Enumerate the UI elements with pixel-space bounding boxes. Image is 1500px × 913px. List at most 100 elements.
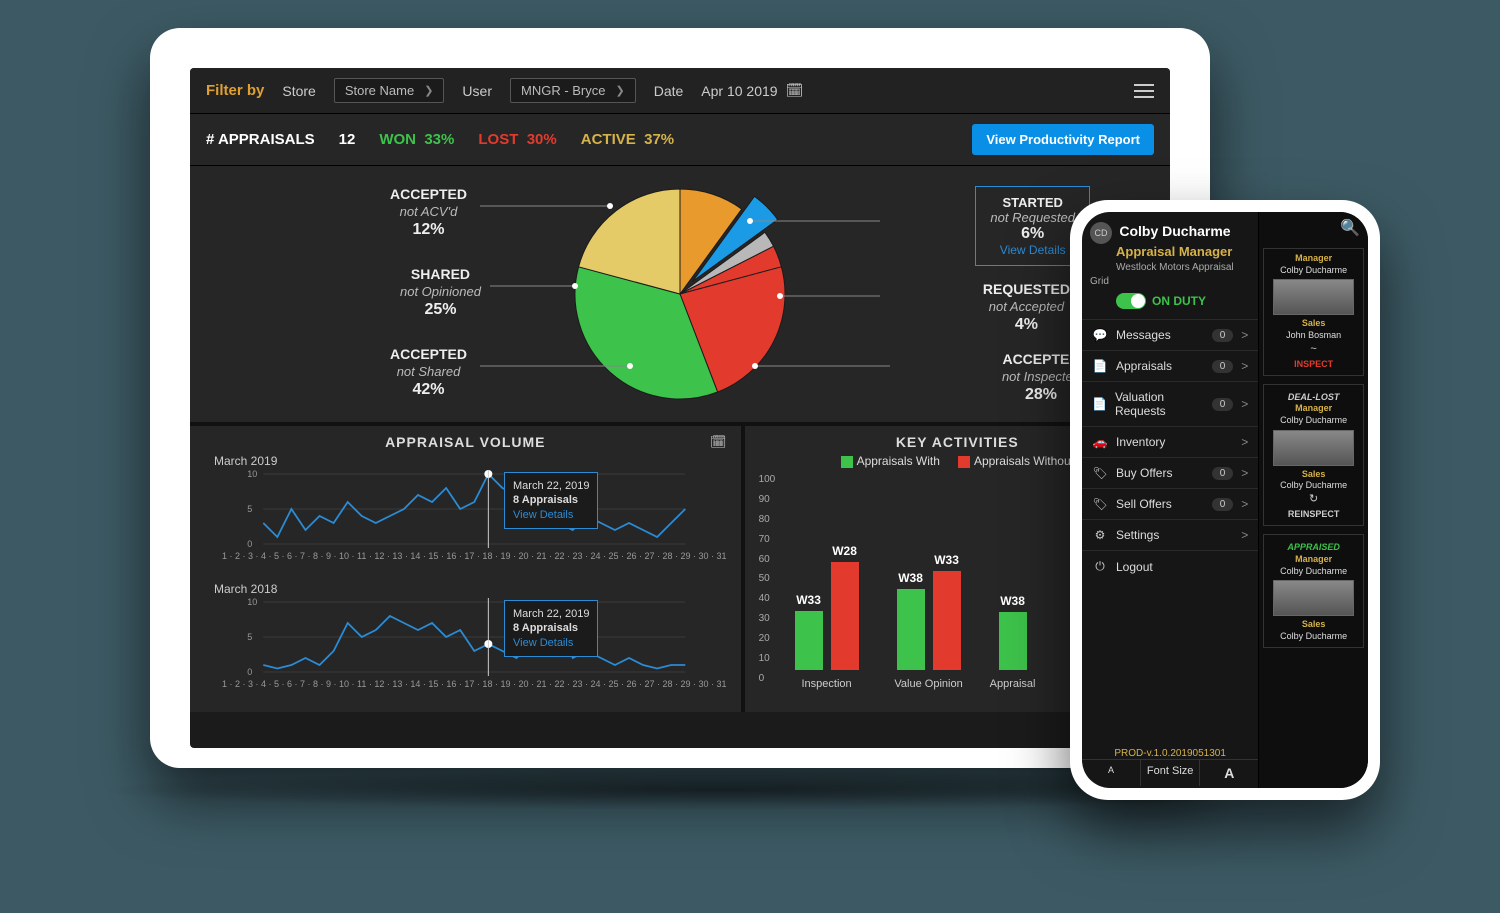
month1-label: March 2019 xyxy=(214,454,727,468)
font-size-control[interactable]: A Font Size A xyxy=(1082,759,1258,786)
calendar-icon: 🗓 xyxy=(786,82,804,99)
svg-text:5: 5 xyxy=(247,504,252,514)
user-sub: Westlock Motors Appraisal Grid xyxy=(1090,262,1234,287)
chevron-right-icon: > xyxy=(1241,497,1248,511)
nav-label: Messages xyxy=(1116,328,1171,342)
nav-icon: 🏷 xyxy=(1092,466,1108,480)
svg-text:10: 10 xyxy=(247,470,257,479)
line-chart-2019: 0 5 10 March 22, 2019 8 Appraisals View De… xyxy=(204,470,727,580)
store-select[interactable]: Store Name ❯ xyxy=(334,78,445,103)
pie-chart-panel: ACCEPTED not ACV'd 12% SHARED not Opinio… xyxy=(190,166,1170,426)
nav-item-inventory[interactable]: 🚗 Inventory > xyxy=(1082,426,1258,457)
menu-icon[interactable] xyxy=(1134,80,1154,102)
nav-badge: 0 xyxy=(1212,398,1234,411)
tooltip-2019: March 22, 2019 8 Appraisals View Details xyxy=(504,472,598,529)
phone-nav: 💬 Messages 0 >📄 Appraisals 0 >📄 Valuatio… xyxy=(1082,319,1258,582)
nav-badge: 0 xyxy=(1212,467,1234,480)
chevron-right-icon: > xyxy=(1241,359,1248,373)
nav-icon: ⚙ xyxy=(1092,528,1108,542)
date-label: Date xyxy=(654,83,684,99)
svg-text:10: 10 xyxy=(247,598,257,607)
chevron-right-icon: > xyxy=(1241,528,1248,542)
phone-frame: CD Colby Ducharme Appraisal Manager West… xyxy=(1070,200,1380,800)
nav-label: Inventory xyxy=(1116,435,1165,449)
vehicle-image xyxy=(1273,430,1355,466)
vehicle-image xyxy=(1273,580,1355,616)
lower-panels: APPRAISAL VOLUME 🗓 March 2019 0 5 10 March… xyxy=(190,426,1170,712)
date-picker[interactable]: Apr 10 2019 🗓 xyxy=(701,82,803,99)
bar-without: W28 xyxy=(831,562,859,670)
bar-with: W38 xyxy=(897,589,925,670)
chevron-down-icon: ❯ xyxy=(615,84,624,97)
avatar: CD xyxy=(1090,222,1112,244)
dashboard-screen: Filter by Store Store Name ❯ User MNGR -… xyxy=(190,68,1170,748)
pie-label-accepted-acv: ACCEPTED not ACV'd 12% xyxy=(390,186,467,240)
line-chart-2018: 0 5 10 March 22, 2019 8 Appraisals View De… xyxy=(204,598,727,708)
svg-text:5: 5 xyxy=(247,632,252,642)
svg-text:0: 0 xyxy=(247,667,252,676)
phone-menu: CD Colby Ducharme Appraisal Manager West… xyxy=(1082,212,1259,788)
appraisals-value: 12 xyxy=(339,131,356,148)
month2-label: March 2018 xyxy=(214,582,727,596)
nav-label: Settings xyxy=(1116,528,1159,542)
nav-icon: 📄 xyxy=(1092,397,1107,411)
pie-label-requested: REQUESTED not Accepted 4% xyxy=(983,281,1070,335)
tooltip-2018: March 22, 2019 8 Appraisals View Details xyxy=(504,600,598,657)
duty-toggle[interactable]: ON DUTY xyxy=(1116,293,1250,309)
nav-label: Appraisals xyxy=(1116,359,1172,373)
store-label: Store xyxy=(282,83,315,99)
appraisals-label: # APPRAISALS xyxy=(206,131,315,148)
pie-chart xyxy=(565,179,795,409)
nav-label: Sell Offers xyxy=(1116,497,1172,511)
nav-item-sell-offers[interactable]: 🏷 Sell Offers 0 > xyxy=(1082,488,1258,519)
user-name: Colby Ducharme xyxy=(1119,223,1230,239)
view-report-button[interactable]: View Productivity Report xyxy=(972,124,1154,155)
toggle-icon xyxy=(1116,293,1146,309)
nav-icon: 🚗 xyxy=(1092,435,1108,449)
phone-header: CD Colby Ducharme Appraisal Manager West… xyxy=(1082,212,1258,319)
phone-screen: CD Colby Ducharme Appraisal Manager West… xyxy=(1082,212,1368,788)
nav-icon: 💬 xyxy=(1092,328,1108,342)
search-icon[interactable]: 🔍 xyxy=(1259,212,1368,244)
vehicle-image xyxy=(1273,279,1355,315)
stats-bar: # APPRAISALS 12 WON 33% LOST 30% ACTIVE … xyxy=(190,114,1170,166)
user-select[interactable]: MNGR - Bryce ❯ xyxy=(510,78,636,103)
nav-item-messages[interactable]: 💬 Messages 0 > xyxy=(1082,319,1258,350)
svg-text:0: 0 xyxy=(247,539,252,548)
user-value: MNGR - Bryce xyxy=(521,83,606,98)
appraisal-card[interactable]: DEAL-LOSTManagerColby Ducharme SalesColb… xyxy=(1263,384,1364,526)
nav-item-valuation-requests[interactable]: 📄 Valuation Requests 0 > xyxy=(1082,381,1258,426)
pie-label-accepted-insp: ACCEPTED not Inspected 28% xyxy=(1002,351,1080,405)
store-value: Store Name xyxy=(345,83,414,98)
volume-title: APPRAISAL VOLUME xyxy=(204,434,727,450)
appraisal-card[interactable]: ManagerColby Ducharme SalesJohn Bosman~I… xyxy=(1263,248,1364,376)
nav-item-buy-offers[interactable]: 🏷 Buy Offers 0 > xyxy=(1082,457,1258,488)
nav-item-logout[interactable]: ⏻ Logout xyxy=(1082,550,1258,582)
calendar-icon[interactable]: 🗓 xyxy=(710,434,727,450)
nav-item-appraisals[interactable]: 📄 Appraisals 0 > xyxy=(1082,350,1258,381)
nav-label: Buy Offers xyxy=(1116,466,1172,480)
view-details-link[interactable]: View Details xyxy=(513,636,589,650)
user-role: Appraisal Manager xyxy=(1116,244,1232,259)
user-label: User xyxy=(462,83,492,99)
chevron-right-icon: > xyxy=(1241,328,1248,342)
nav-badge: 0 xyxy=(1212,498,1234,511)
filter-title: Filter by xyxy=(206,82,264,99)
nav-label: Logout xyxy=(1116,560,1153,574)
version-label: PROD-v.1.0.2019051301 xyxy=(1082,748,1258,759)
view-details-link[interactable]: View Details xyxy=(513,508,589,522)
laptop-frame: Filter by Store Store Name ❯ User MNGR -… xyxy=(150,28,1210,768)
pie-label-shared: SHARED not Opinioned 25% xyxy=(400,266,481,320)
view-details-link[interactable]: View Details xyxy=(990,243,1075,257)
pie-label-accepted-shared: ACCEPTED not Shared 42% xyxy=(390,346,467,400)
nav-badge: 0 xyxy=(1212,360,1234,373)
appraisal-volume-panel: APPRAISAL VOLUME 🗓 March 2019 0 5 10 March… xyxy=(190,426,745,712)
nav-icon: 🏷 xyxy=(1092,497,1108,511)
bar-with: W33 xyxy=(795,611,823,670)
chevron-right-icon: > xyxy=(1241,435,1248,449)
appraisal-card[interactable]: APPRAISEDManagerColby Ducharme SalesColb… xyxy=(1263,534,1364,647)
nav-badge: 0 xyxy=(1212,329,1234,342)
nav-icon: 📄 xyxy=(1092,359,1108,373)
nav-item-settings[interactable]: ⚙ Settings > xyxy=(1082,519,1258,550)
phone-cards-column: 🔍 ManagerColby Ducharme SalesJohn Bosman… xyxy=(1259,212,1368,788)
